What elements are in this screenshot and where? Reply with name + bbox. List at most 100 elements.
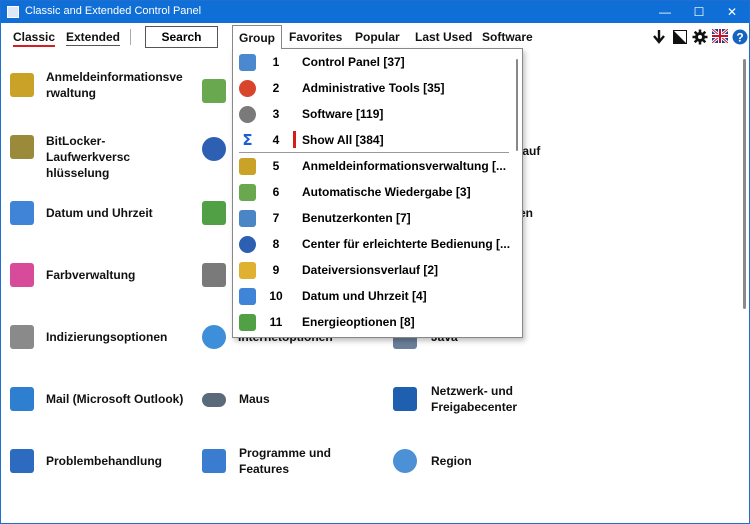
dropdown-item-label: Center für erleichterte Bedienung [... [302, 237, 511, 251]
item-netzwerk-freigabecenter[interactable]: Netzwerk- und Freigabecenter [393, 384, 573, 447]
tab-group[interactable]: Group [232, 25, 282, 49]
item-label: Problembehandlung [46, 454, 163, 468]
dropdown-item-software[interactable]: 3 Software [119] [233, 101, 509, 127]
dropdown-item-benutzerkonten[interactable]: 7 Benutzerkonten [7] [233, 205, 509, 231]
tab-last-used[interactable]: Last Used [415, 30, 472, 44]
autoplay-icon [239, 184, 256, 201]
dropdown-item-dateiversionsverlauf[interactable]: 9 Dateiversionsverlauf [2] [233, 257, 509, 283]
control-panel-icon [239, 54, 256, 71]
item-mail[interactable]: Mail (Microsoft Outlook) [10, 387, 195, 447]
dropdown-item-number: 4 [272, 133, 280, 147]
item-label: Indizierungsoptionen [46, 330, 168, 344]
mail-icon [10, 387, 34, 411]
color-management-icon [10, 263, 34, 287]
svg-text:?: ? [736, 31, 743, 45]
toolbar-divider [130, 29, 131, 45]
item-maus[interactable]: Maus [202, 387, 382, 447]
download-arrow-icon[interactable] [651, 29, 667, 45]
classic-tab[interactable]: Classic [13, 30, 56, 47]
date-time-icon [239, 288, 256, 305]
dropdown-item-number: 8 [272, 237, 280, 251]
gear-icon[interactable] [692, 29, 708, 45]
user-accounts-icon [239, 210, 256, 227]
network-center-icon [393, 387, 417, 411]
power-options-icon [202, 201, 226, 225]
item-label: BitLocker-Laufwerkversc hlüsselung [46, 134, 131, 180]
item-programme-features[interactable]: Programme und Features [202, 446, 382, 509]
dropdown-item-label: Automatische Wiedergabe [3] [302, 185, 471, 199]
troubleshooting-icon [10, 449, 34, 473]
dropdown-item-center-erleichterte-bedienung[interactable]: 8 Center für erleichterte Bedienung [... [233, 231, 511, 257]
item-farbverwaltung[interactable]: Farbverwaltung [10, 263, 195, 323]
dropdown-item-number: 10 [269, 289, 283, 303]
item-label: Farbverwaltung [46, 268, 136, 282]
software-icon [239, 106, 256, 123]
dropdown-item-label: Software [119] [302, 107, 384, 121]
item-anmeldeinformationsverwaltung[interactable]: Anmeldeinformationsve rwaltung [10, 70, 195, 133]
extended-tab[interactable]: Extended [66, 30, 121, 46]
dropdown-item-energieoptionen[interactable]: 11 Energieoptionen [8] [233, 309, 509, 335]
dropdown-item-label: Energieoptionen [8] [302, 315, 415, 329]
dropdown-item-number: 7 [272, 211, 280, 225]
dropdown-item-number: 3 [272, 107, 280, 121]
dropdown-item-automatische-wiedergabe[interactable]: 6 Automatische Wiedergabe [3] [233, 179, 509, 205]
item-label: Mail (Microsoft Outlook) [46, 392, 184, 406]
programs-features-icon [202, 449, 226, 473]
bitlocker-key-icon [10, 135, 34, 159]
search-button[interactable]: Search [145, 26, 218, 48]
app-icon [7, 6, 19, 18]
internet-options-icon [202, 325, 226, 349]
help-icon[interactable]: ? [732, 29, 748, 45]
toolbar: Classic Extended Search Group Favorites … [1, 23, 749, 51]
dropdown-item-number: 5 [272, 159, 280, 173]
tab-software[interactable]: Software [482, 30, 533, 44]
minimize-button[interactable]: — [648, 1, 682, 23]
tab-favorites[interactable]: Favorites [289, 30, 342, 44]
title-bar: Classic and Extended Control Panel — ☐ ✕ [1, 1, 749, 23]
ease-of-access-icon [239, 236, 256, 253]
maximize-button[interactable]: ☐ [682, 1, 716, 23]
dropdown-scrollbar-track[interactable] [513, 49, 522, 337]
item-datum-uhrzeit[interactable]: Datum und Uhrzeit [10, 201, 195, 261]
dropdown-item-number: 6 [272, 185, 280, 199]
close-button[interactable]: ✕ [715, 1, 749, 23]
item-problembehandlung[interactable]: Problembehandlung [10, 449, 195, 509]
dropdown-item-anmeldeinformationsverwaltung[interactable]: 5 Anmeldeinformationsverwaltung [... [233, 153, 509, 179]
dropdown-item-control-panel[interactable]: 1 Control Panel [37] [233, 49, 509, 75]
dropdown-item-label: Datum und Uhrzeit [4] [302, 289, 427, 303]
group-dropdown-menu: 1 Control Panel [37] 2 Administrative To… [232, 48, 523, 338]
indexing-icon [10, 325, 34, 349]
dropdown-item-number: 9 [272, 263, 280, 277]
item-label: Netzwerk- und Freigabecenter [431, 384, 518, 414]
uk-flag-icon[interactable] [711, 27, 729, 45]
devices-printers-icon [202, 263, 226, 287]
item-indizierungsoptionen[interactable]: Indizierungsoptionen [10, 325, 195, 385]
item-label: Maus [239, 392, 270, 406]
tab-popular[interactable]: Popular [355, 30, 400, 44]
admin-tools-icon [239, 80, 256, 97]
dropdown-item-label: Show All [384] [302, 133, 384, 147]
contrast-icon[interactable] [672, 29, 688, 45]
item-label: Datum und Uhrzeit [46, 206, 153, 220]
item-label: Anmeldeinformationsve rwaltung [46, 70, 183, 100]
item-bitlocker[interactable]: BitLocker-Laufwerkversc hlüsselung [10, 134, 195, 195]
dropdown-item-label: Benutzerkonten [7] [302, 211, 411, 225]
selected-marker [293, 131, 296, 148]
item-region[interactable]: Region [393, 449, 573, 509]
dropdown-item-administrative-tools[interactable]: 2 Administrative Tools [35] [233, 75, 509, 101]
window-title: Classic and Extended Control Panel [25, 5, 202, 17]
mouse-icon [202, 393, 226, 407]
window-scrollbar[interactable] [743, 59, 746, 309]
ease-of-access-icon [202, 137, 226, 161]
dropdown-item-label: Administrative Tools [35] [302, 81, 445, 95]
dropdown-item-datum-uhrzeit[interactable]: 10 Datum und Uhrzeit [4] [233, 283, 509, 309]
app-window: Classic and Extended Control Panel — ☐ ✕… [0, 0, 750, 524]
file-history-icon [239, 262, 256, 279]
date-time-icon [10, 201, 34, 225]
region-globe-icon [393, 449, 417, 473]
dropdown-scrollbar-thumb[interactable] [516, 59, 518, 151]
dropdown-item-show-all[interactable]: Σ 4 Show All [384] [233, 127, 509, 153]
credential-manager-icon [239, 158, 256, 175]
dropdown-item-label: Anmeldeinformationsverwaltung [... [302, 159, 507, 173]
credential-manager-icon [10, 73, 34, 97]
